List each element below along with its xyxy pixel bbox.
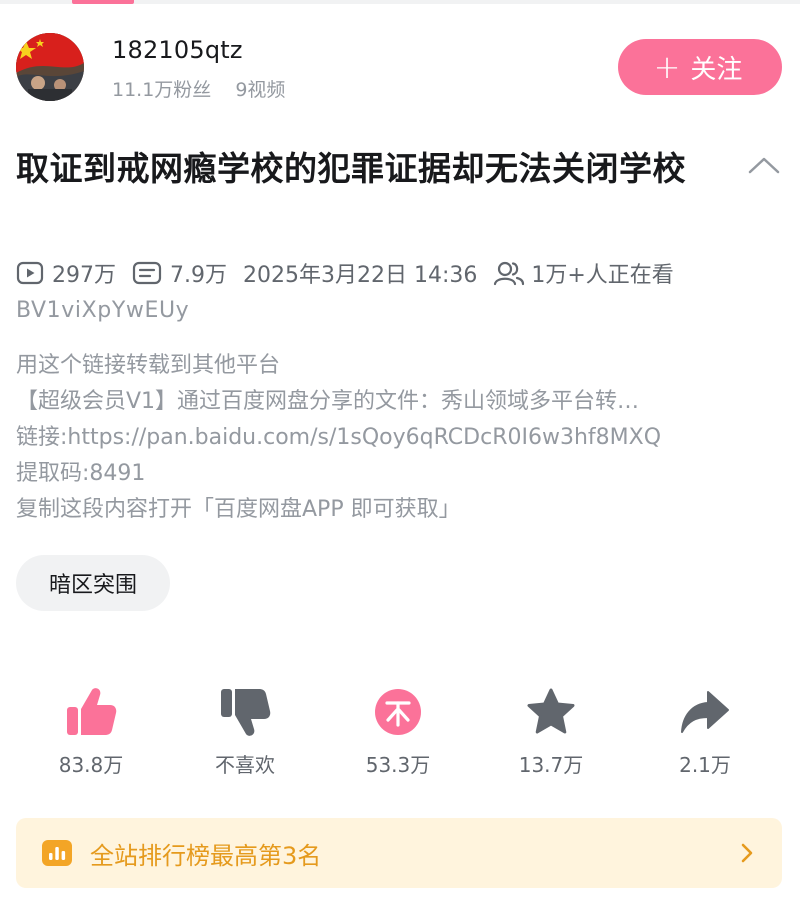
- fans-count: 11.1万粉丝: [112, 79, 212, 101]
- thumbs-up-icon: [67, 688, 117, 735]
- description-line: 复制这段内容打开「百度网盘APP 即可获取」: [16, 497, 461, 522]
- plus-icon: +: [653, 48, 681, 86]
- follow-label: 关注: [690, 54, 743, 85]
- description-line: 用这个链接转载到其他平台: [16, 353, 281, 378]
- favorite-count: 13.7万: [518, 753, 584, 777]
- active-tab-indicator: [72, 0, 134, 4]
- dislike-button[interactable]: 不喜欢: [185, 682, 305, 778]
- star-icon: [527, 688, 575, 734]
- video-count: 9视频: [235, 79, 286, 101]
- thumbs-down-icon: [221, 689, 271, 736]
- play-box-icon: [16, 261, 44, 285]
- bar-chart-icon: [42, 840, 72, 866]
- description-line: 【超级会员V1】通过百度网盘分享的文件：秀山领域多平台转…: [16, 389, 640, 414]
- ranking-banner[interactable]: 全站排行榜最高第3名: [16, 818, 782, 888]
- follow-button[interactable]: + 关注: [618, 39, 782, 95]
- chevron-right-icon: [741, 843, 753, 863]
- share-arrow-icon: [681, 691, 729, 733]
- description-line: 提取码:8491: [16, 461, 146, 486]
- video-title: 取证到戒网瘾学校的犯罪证据却无法关闭学校: [16, 149, 686, 188]
- share-count: 2.1万: [679, 753, 731, 777]
- view-stat: 297万: [16, 257, 116, 289]
- ranking-text: 全站排行榜最高第3名: [90, 841, 322, 870]
- danmaku-count: 7.9万: [170, 263, 227, 288]
- coin-button[interactable]: 53.3万: [338, 682, 458, 778]
- chevron-up-icon[interactable]: [746, 150, 782, 180]
- tag-chip[interactable]: 暗区突围: [16, 555, 170, 611]
- video-stats-row: 297万 7.9万 2025年3月22日 14:36 1万+人正在看: [16, 256, 796, 290]
- user-stats: 11.1万粉丝 9视频: [112, 75, 285, 102]
- share-button[interactable]: 2.1万: [645, 682, 765, 778]
- people-icon: [494, 261, 525, 286]
- video-description: 用这个链接转载到其他平台 【超级会员V1】通过百度网盘分享的文件：秀山领域多平台…: [16, 348, 786, 528]
- username[interactable]: 182105qtz: [112, 36, 243, 64]
- avatar[interactable]: [16, 33, 84, 101]
- danmaku-icon: [132, 261, 162, 285]
- publish-datetime: 2025年3月22日 14:36: [243, 263, 478, 288]
- coin-icon: [375, 689, 421, 735]
- coin-count: 53.3万: [365, 753, 431, 777]
- avatar-image: [16, 33, 84, 101]
- like-button[interactable]: 83.8万: [31, 682, 151, 778]
- like-count: 83.8万: [58, 753, 124, 777]
- watching-count: 1万+人正在看: [531, 263, 674, 288]
- favorite-button[interactable]: 13.7万: [491, 682, 611, 778]
- view-count: 297万: [52, 263, 116, 288]
- danmaku-stat: 7.9万: [132, 257, 227, 289]
- watching-stat: 1万+人正在看: [493, 257, 674, 289]
- dislike-label: 不喜欢: [215, 753, 275, 777]
- bvid: BV1viXpYwEUy: [16, 298, 190, 323]
- description-link-line[interactable]: 链接:https://pan.baidu.com/s/1sQoy6qRCDcR0…: [16, 420, 786, 456]
